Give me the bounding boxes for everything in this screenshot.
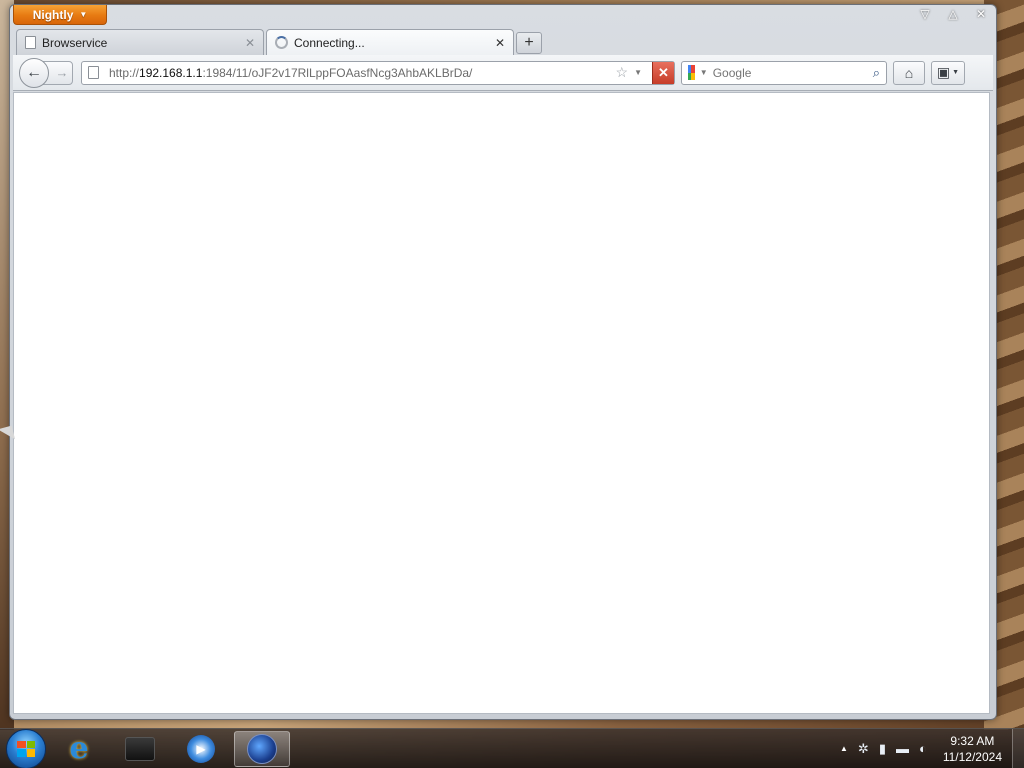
navigation-toolbar: ← → http://192.168.1.1:1984/11/oJF2v17Rl… <box>13 55 993 91</box>
search-input[interactable] <box>712 65 868 80</box>
start-button[interactable] <box>6 728 46 768</box>
close-tab-icon[interactable]: ✕ <box>245 36 255 50</box>
minimize-button[interactable]: ▽ <box>918 7 932 21</box>
close-tab-icon[interactable]: ✕ <box>495 36 505 50</box>
nightly-browser-icon <box>247 733 277 764</box>
close-window-button[interactable]: ✕ <box>974 7 988 21</box>
google-engine-icon[interactable] <box>688 65 695 80</box>
taskbar-media-player[interactable]: ▶ <box>173 731 229 767</box>
back-button[interactable]: ← <box>19 57 49 88</box>
folder-icon <box>125 736 155 761</box>
tab-browservice[interactable]: Browservice ✕ <box>16 29 264 55</box>
page-content-area[interactable] <box>13 92 990 714</box>
stop-icon: ✕ <box>658 64 669 80</box>
app-menu-button[interactable]: Nightly ▼ <box>13 5 107 25</box>
arrow-left-icon: ← <box>26 63 42 81</box>
new-tab-button[interactable]: + <box>516 32 542 54</box>
taskbar-explorer[interactable] <box>112 731 168 767</box>
loading-spinner-icon <box>275 36 288 49</box>
system-clock[interactable]: 9:32 AM 11/12/2024 <box>943 733 1002 765</box>
url-scheme: http:// <box>109 65 140 80</box>
media-player-icon: ▶ <box>187 734 215 763</box>
url-text[interactable]: http://192.168.1.1:1984/11/oJF2v17RlLppF… <box>109 66 610 80</box>
windows-logo-icon <box>17 740 35 757</box>
arrow-right-icon: → <box>55 65 69 80</box>
taskbar-nightly[interactable] <box>234 730 290 767</box>
internet-explorer-icon: e <box>69 731 89 766</box>
home-icon: ⌂ <box>904 64 914 81</box>
extra-tools-button[interactable]: ▣ ▼ <box>931 60 965 85</box>
maximize-button[interactable]: △ <box>946 7 960 21</box>
volume-tray-icon[interactable]: ◐ <box>919 741 927 756</box>
url-bar[interactable]: http://192.168.1.1:1984/11/oJF2v17RlLppF… <box>81 60 675 85</box>
tab-title: Browservice <box>42 35 108 50</box>
tab-title: Connecting... <box>294 35 365 50</box>
toolbox-icon: ▣ <box>936 64 951 80</box>
engine-dropdown-icon[interactable]: ▼ <box>700 68 708 77</box>
url-host: 192.168.1.1 <box>139 65 203 80</box>
back-forward-group: ← → <box>19 57 75 88</box>
app-menu-label: Nightly <box>32 7 74 22</box>
window-controls: ▽ △ ✕ <box>918 7 988 21</box>
search-bar[interactable]: ▼ ⌕ <box>681 60 887 85</box>
bookmark-star-icon[interactable]: ☆ <box>616 64 629 81</box>
url-path: :1984/11/oJF2v17RlLppFOAasfNcg3AhbAKLBrD… <box>202 65 473 80</box>
browser-window: Nightly ▼ ▽ △ ✕ Browservice ✕ Connecting… <box>9 4 997 720</box>
network-tray-icon[interactable]: ✲ <box>858 741 869 757</box>
system-tray: ▲ ✲ ▮ ▬ ◐ 9:32 AM 11/12/2024 <box>840 733 1012 765</box>
display-tray-icon[interactable]: ▬ <box>896 741 909 756</box>
plus-icon: + <box>524 34 534 51</box>
show-desktop-button[interactable] <box>1012 728 1024 768</box>
caret-down-icon: ▼ <box>79 10 88 19</box>
chevron-down-icon: ▼ <box>952 69 960 76</box>
tab-strip: Browservice ✕ Connecting... ✕ + <box>16 29 542 55</box>
taskbar: e ▶ ▲ ✲ ▮ ▬ ◐ 9:32 AM 11/12/2024 <box>0 728 1024 768</box>
home-button[interactable]: ⌂ <box>893 60 925 85</box>
site-identity-icon[interactable] <box>88 66 99 79</box>
taskbar-internet-explorer[interactable]: e <box>51 731 107 767</box>
show-hidden-icons-button[interactable]: ▲ <box>840 744 848 753</box>
clock-date: 11/12/2024 <box>942 749 1002 764</box>
search-icon[interactable]: ⌕ <box>873 65 880 81</box>
stop-button[interactable]: ✕ <box>652 61 674 84</box>
history-dropdown-icon[interactable]: ▼ <box>634 68 642 77</box>
page-icon <box>25 36 36 49</box>
tab-connecting[interactable]: Connecting... ✕ <box>266 29 514 55</box>
clock-time: 9:32 AM <box>950 733 995 748</box>
security-tray-icon[interactable]: ▮ <box>879 741 886 757</box>
